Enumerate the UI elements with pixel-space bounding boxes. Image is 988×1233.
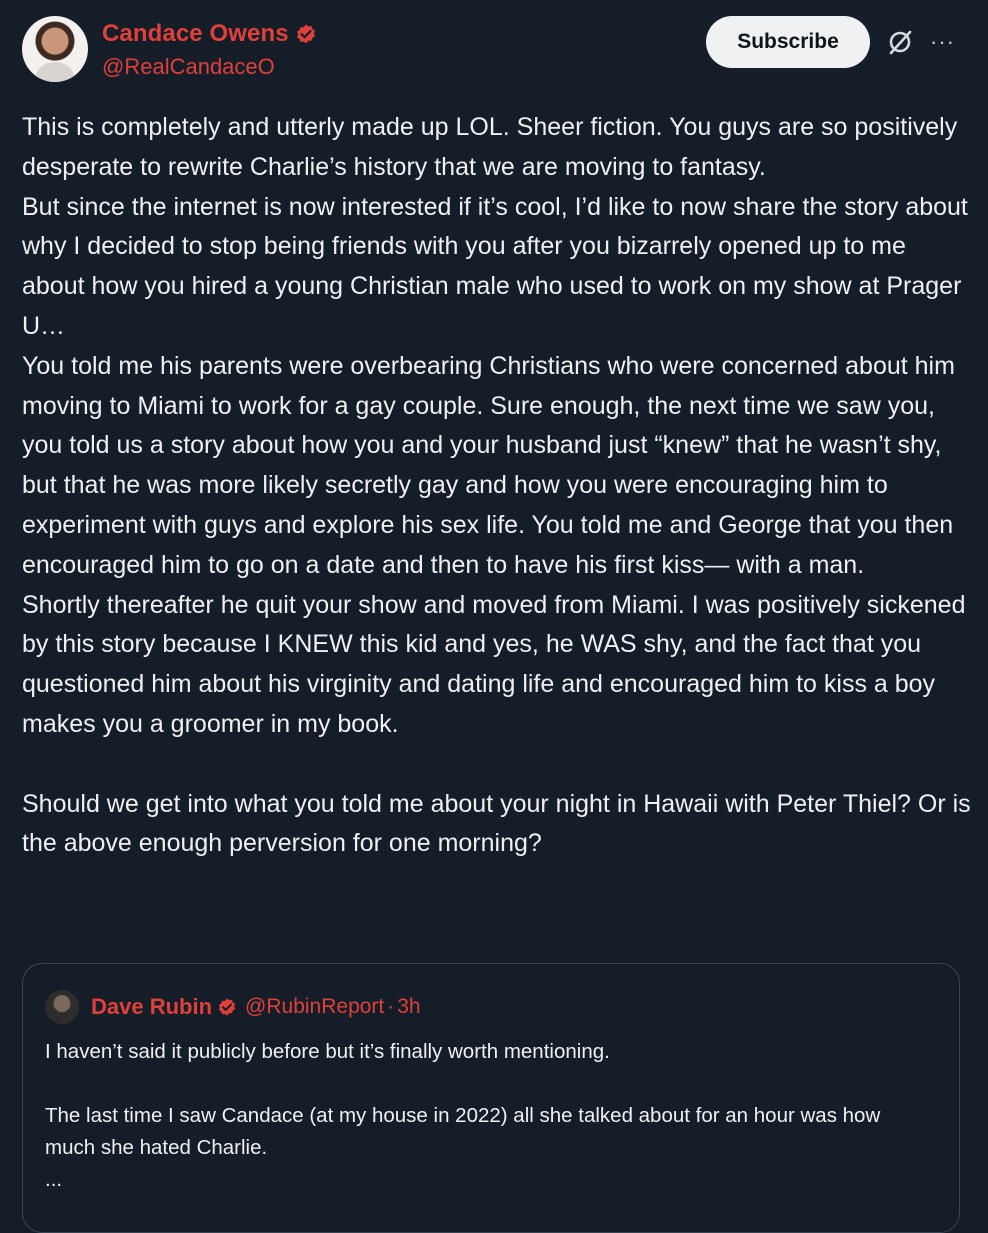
post-text: This is completely and utterly made up L… (22, 108, 972, 864)
author-name-row: Candace Owens (102, 20, 317, 48)
post-paragraph: But since the internet is now interested… (22, 192, 968, 340)
quoted-paragraph: I haven’t said it publicly before but it… (45, 1040, 610, 1063)
author-avatar[interactable] (22, 16, 88, 82)
verified-badge-icon (296, 24, 315, 44)
quoted-post-timestamp: 3h (397, 995, 421, 1018)
quoted-paragraph: ... (45, 1168, 63, 1191)
post-paragraph: Should we get into what you told me abou… (22, 789, 971, 858)
post-paragraph: Shortly thereafter he quit your show and… (22, 590, 966, 738)
verified-badge-icon (218, 998, 236, 1016)
post-paragraph: You told me his parents were overbearing… (22, 351, 955, 579)
subscribe-button[interactable]: Subscribe (706, 16, 870, 68)
avatar-shoulders (36, 62, 74, 82)
quoted-author-avatar (45, 990, 79, 1024)
dot-separator: · (387, 995, 395, 1018)
author-handle[interactable]: @RealCandaceO (102, 54, 275, 80)
author-display-name[interactable]: Candace Owens (102, 20, 289, 48)
slashed-circle-icon[interactable] (886, 28, 914, 56)
quoted-post-header: Dave Rubin @RubinReport · 3h (45, 990, 421, 1024)
quoted-author-name: Dave Rubin (91, 994, 213, 1019)
post-header: Candace Owens @RealCandaceO Subscribe ··… (0, 0, 988, 100)
quoted-paragraph: The last time I saw Candace (at my house… (45, 1104, 881, 1159)
quoted-post-text: I haven’t said it publicly before but it… (45, 1036, 925, 1196)
quoted-author-handle: @RubinReport (245, 995, 385, 1018)
more-horizontal-icon[interactable]: ··· (930, 28, 960, 56)
post-paragraph: This is completely and utterly made up L… (22, 113, 958, 181)
quoted-post-card[interactable]: Dave Rubin @RubinReport · 3h I haven’t s… (22, 963, 960, 1233)
